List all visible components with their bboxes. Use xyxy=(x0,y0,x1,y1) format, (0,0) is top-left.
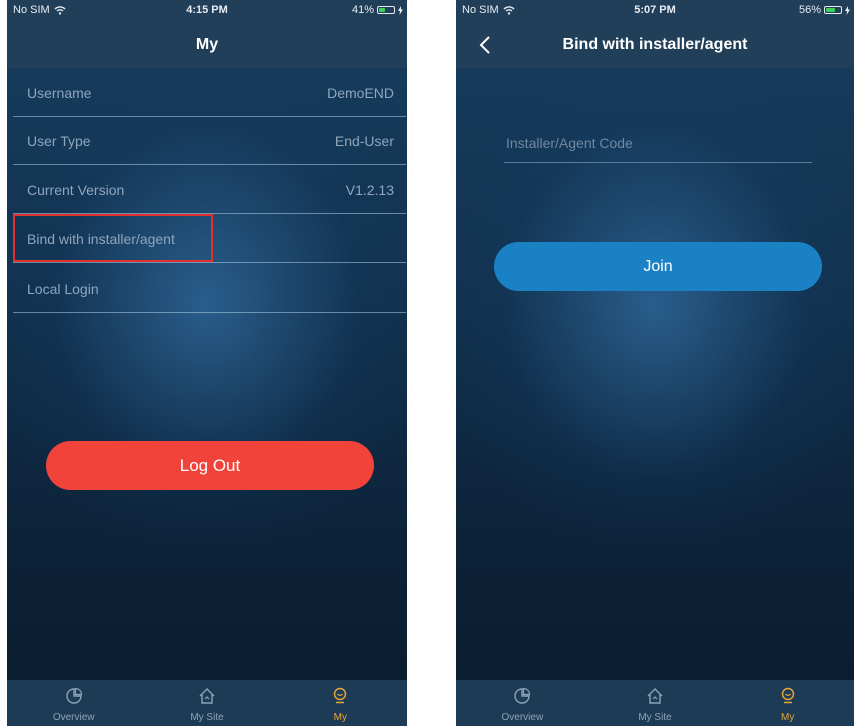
tab-label: Overview xyxy=(52,712,95,723)
battery-icon xyxy=(824,6,842,14)
status-time: 5:07 PM xyxy=(634,4,676,16)
user-badge-icon xyxy=(781,687,794,704)
charging-icon xyxy=(398,5,403,15)
pie-chart-icon xyxy=(65,687,82,704)
battery-indicator: 56% xyxy=(799,4,850,16)
local-login-row[interactable]: Local Login xyxy=(13,265,406,313)
row-value: V1.2.13 xyxy=(345,182,394,198)
pie-chart-icon xyxy=(514,687,531,704)
user-type-row: User Type End-User xyxy=(13,117,406,165)
tab-label: My xyxy=(781,712,795,723)
page-title: Bind with installer/agent xyxy=(562,36,748,53)
back-button[interactable] xyxy=(470,22,500,68)
join-button[interactable]: Join xyxy=(494,242,822,291)
nav-bar: Bind with installer/agent xyxy=(456,22,854,68)
charging-icon xyxy=(845,5,850,15)
tab-my-site[interactable]: My Site xyxy=(589,680,722,726)
tab-bar: Overview My Site My xyxy=(456,680,854,726)
tab-label: Overview xyxy=(501,712,544,723)
status-time: 4:15 PM xyxy=(186,4,228,16)
my-screen: No SIM 4:15 PM 41% My Username DemoEND U… xyxy=(7,0,407,726)
tab-label: My Site xyxy=(638,712,672,723)
installer-code-field xyxy=(504,126,816,163)
home-icon xyxy=(199,688,215,704)
battery-percent: 56% xyxy=(798,4,821,16)
tab-overview[interactable]: Overview xyxy=(456,680,589,726)
battery-icon xyxy=(377,6,395,14)
tab-label: My xyxy=(333,712,347,723)
status-bar: No SIM 5:07 PM 56% xyxy=(456,0,854,22)
current-version-row: Current Version V1.2.13 xyxy=(13,166,406,214)
highlight-box xyxy=(13,214,213,262)
row-label: Current Version xyxy=(27,182,125,198)
tab-my[interactable]: My xyxy=(274,680,407,726)
nav-bar: My xyxy=(7,22,407,68)
home-icon xyxy=(647,688,663,704)
tab-my[interactable]: My xyxy=(721,680,854,726)
page-title: My xyxy=(195,36,219,53)
row-value: DemoEND xyxy=(327,85,394,101)
tab-bar: Overview My Site My xyxy=(7,680,407,726)
logout-button[interactable]: Log Out xyxy=(46,441,374,490)
tab-my-site[interactable]: My Site xyxy=(140,680,273,726)
row-value: End-User xyxy=(334,133,394,149)
row-label: Local Login xyxy=(27,281,99,297)
battery-percent: 41% xyxy=(351,4,374,16)
chevron-left-icon xyxy=(479,36,490,54)
tab-label: My Site xyxy=(190,712,224,723)
row-label: User Type xyxy=(27,133,91,149)
battery-indicator: 41% xyxy=(352,4,403,16)
username-row: Username DemoEND xyxy=(13,69,406,117)
installer-code-input[interactable] xyxy=(504,128,816,158)
tab-overview[interactable]: Overview xyxy=(7,680,140,726)
status-bar: No SIM 4:15 PM 41% xyxy=(7,0,407,22)
bind-installer-screen: No SIM 5:07 PM 56% Bind with installer/a… xyxy=(456,0,854,726)
user-badge-icon xyxy=(334,687,347,704)
row-label: Username xyxy=(27,85,92,101)
